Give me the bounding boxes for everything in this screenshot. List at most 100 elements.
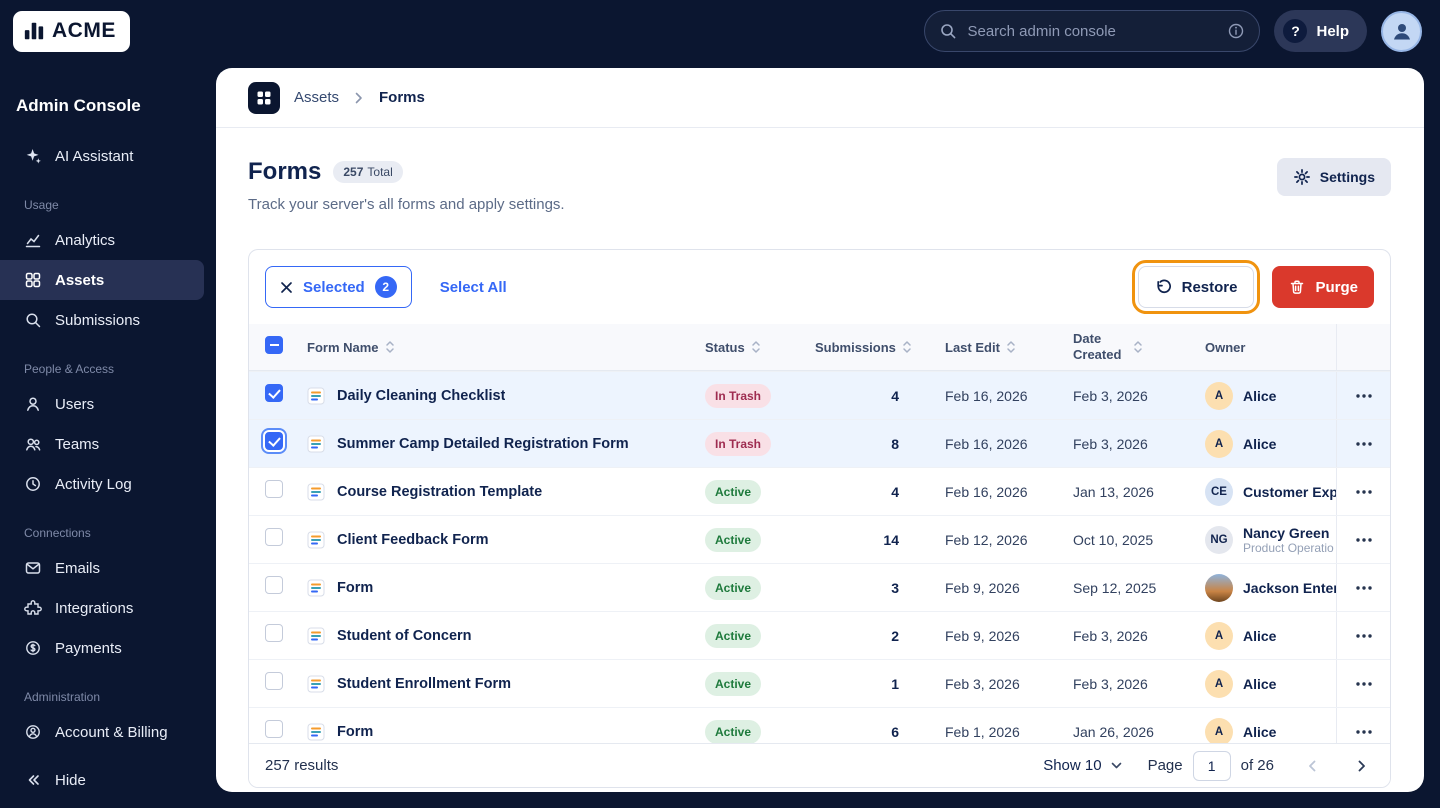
- form-name[interactable]: Client Feedback Form: [337, 532, 488, 548]
- last-edit-date: Feb 16, 2026: [945, 435, 1028, 452]
- sidebar: Admin Console AI Assistant Usage Analyti…: [0, 62, 216, 808]
- form-name[interactable]: Student of Concern: [337, 628, 472, 644]
- table-row[interactable]: Course Registration Template Active 4 Fe…: [249, 467, 1390, 515]
- purge-button[interactable]: Purge: [1272, 266, 1374, 308]
- info-icon[interactable]: [1227, 22, 1245, 40]
- table-row[interactable]: Summer Camp Detailed Registration Form I…: [249, 419, 1390, 467]
- emails-icon: [24, 559, 42, 577]
- form-name[interactable]: Summer Camp Detailed Registration Form: [337, 436, 629, 452]
- row-actions-button[interactable]: [1347, 578, 1381, 598]
- breadcrumb-current: Forms: [379, 89, 425, 106]
- help-button[interactable]: Help: [1274, 10, 1367, 52]
- table-row[interactable]: Student of Concern Active 2 Feb 9, 2026 …: [249, 611, 1390, 659]
- owner-team: Product Operatio: [1243, 540, 1334, 555]
- page-number-input[interactable]: [1192, 750, 1231, 781]
- sidebar-item-integrations[interactable]: Integrations: [0, 588, 216, 628]
- admin-search: [924, 10, 1261, 52]
- status-badge: Active: [705, 575, 762, 600]
- sparkle-icon: [24, 147, 42, 165]
- sidebar-section-usage: Usage: [24, 198, 59, 212]
- payments-icon: [24, 639, 42, 657]
- row-actions-button[interactable]: [1347, 530, 1381, 550]
- selected-count-badge: 2: [374, 276, 397, 298]
- sidebar-item-users[interactable]: Users: [0, 384, 216, 424]
- analytics-icon: [24, 231, 42, 249]
- total-count: 257: [343, 165, 364, 179]
- table-row[interactable]: Form Active 3 Feb 9, 2026 Sep 12, 2025 J…: [249, 563, 1390, 611]
- chevron-left-icon: [1309, 760, 1316, 771]
- last-edit-date: Feb 9, 2026: [945, 627, 1020, 644]
- sidebar-hide-button[interactable]: Hide: [0, 760, 216, 800]
- column-header-submissions[interactable]: Submissions: [815, 340, 945, 355]
- total-suffix: Total: [367, 165, 393, 179]
- column-header-last-edit[interactable]: Last Edit: [945, 340, 1073, 355]
- chevron-right-icon: [1358, 760, 1365, 771]
- owner-name: Alice: [1243, 435, 1277, 452]
- date-created: Feb 3, 2026: [1073, 387, 1148, 404]
- select-all-link[interactable]: Select All: [440, 279, 507, 296]
- sidebar-item-label: Emails: [55, 559, 101, 577]
- sidebar-item-account-billing[interactable]: Account & Billing: [0, 712, 216, 752]
- last-edit-date: Feb 12, 2026: [945, 531, 1028, 548]
- row-actions-button[interactable]: [1347, 626, 1381, 646]
- row-actions-button[interactable]: [1347, 434, 1381, 454]
- sidebar-item-analytics[interactable]: Analytics: [0, 220, 216, 260]
- sidebar-item-emails[interactable]: Emails: [0, 548, 216, 588]
- select-all-checkbox[interactable]: [265, 335, 283, 354]
- user-avatar[interactable]: [1381, 10, 1422, 52]
- form-name[interactable]: Student Enrollment Form: [337, 676, 511, 692]
- sort-icon: [1007, 341, 1015, 353]
- row-checkbox[interactable]: [265, 720, 283, 738]
- restore-button[interactable]: Restore: [1131, 260, 1261, 314]
- form-name[interactable]: Form: [337, 724, 373, 740]
- row-checkbox[interactable]: [265, 432, 283, 450]
- owner-avatar: A: [1205, 381, 1233, 410]
- status-badge: Active: [705, 527, 762, 552]
- table-row[interactable]: Daily Cleaning Checklist In Trash 4 Feb …: [249, 371, 1390, 419]
- form-name[interactable]: Daily Cleaning Checklist: [337, 388, 505, 404]
- clear-selection-button[interactable]: Selected 2: [265, 266, 412, 308]
- row-actions-button[interactable]: [1347, 386, 1381, 406]
- column-header-status[interactable]: Status: [705, 340, 815, 355]
- sidebar-item-label: AI Assistant: [55, 147, 134, 165]
- sidebar-item-submissions[interactable]: Submissions: [0, 300, 216, 340]
- next-page-button[interactable]: [1350, 752, 1374, 780]
- breadcrumb-assets-link[interactable]: Assets: [294, 89, 339, 106]
- sidebar-item-assets[interactable]: Assets: [0, 260, 204, 300]
- status-badge: Active: [705, 623, 762, 648]
- row-checkbox[interactable]: [265, 624, 283, 642]
- form-name[interactable]: Form: [337, 580, 373, 596]
- sidebar-hide-label: Hide: [55, 771, 86, 789]
- search-input[interactable]: [967, 22, 1218, 40]
- acme-logo[interactable]: ACME: [13, 10, 130, 52]
- status-badge: Active: [705, 719, 762, 743]
- restore-icon: [1155, 278, 1173, 296]
- sidebar-item-activity-log[interactable]: Activity Log: [0, 464, 216, 504]
- main-panel: Assets Forms Forms 257 Total Track your …: [216, 68, 1424, 792]
- prev-page-button[interactable]: [1300, 752, 1324, 780]
- sidebar-item-teams[interactable]: Teams: [0, 424, 216, 464]
- row-checkbox[interactable]: [265, 672, 283, 690]
- column-header-date-created[interactable]: Date Created: [1073, 331, 1205, 364]
- page-size-select[interactable]: Show 10: [1043, 757, 1121, 774]
- table-row[interactable]: Student Enrollment Form Active 1 Feb 3, …: [249, 659, 1390, 707]
- table-row[interactable]: Form Active 6 Feb 1, 2026 Jan 26, 2026 A…: [249, 707, 1390, 743]
- restore-label: Restore: [1181, 278, 1238, 296]
- activity-log-icon: [24, 475, 42, 493]
- row-checkbox[interactable]: [265, 384, 283, 402]
- owner-avatar: A: [1205, 429, 1233, 458]
- row-checkbox[interactable]: [265, 480, 283, 498]
- row-checkbox[interactable]: [265, 576, 283, 594]
- assets-grid-icon[interactable]: [248, 81, 280, 114]
- status-badge: Active: [705, 479, 762, 504]
- row-actions-button[interactable]: [1347, 722, 1381, 742]
- settings-button[interactable]: Settings: [1276, 158, 1391, 196]
- form-name[interactable]: Course Registration Template: [337, 484, 542, 500]
- row-checkbox[interactable]: [265, 528, 283, 546]
- row-actions-button[interactable]: [1347, 674, 1381, 694]
- sidebar-item-ai-assistant[interactable]: AI Assistant: [0, 136, 216, 176]
- table-row[interactable]: Client Feedback Form Active 14 Feb 12, 2…: [249, 515, 1390, 563]
- row-actions-button[interactable]: [1347, 482, 1381, 502]
- sidebar-item-payments[interactable]: Payments: [0, 628, 216, 668]
- column-header-form-name[interactable]: Form Name: [307, 340, 705, 355]
